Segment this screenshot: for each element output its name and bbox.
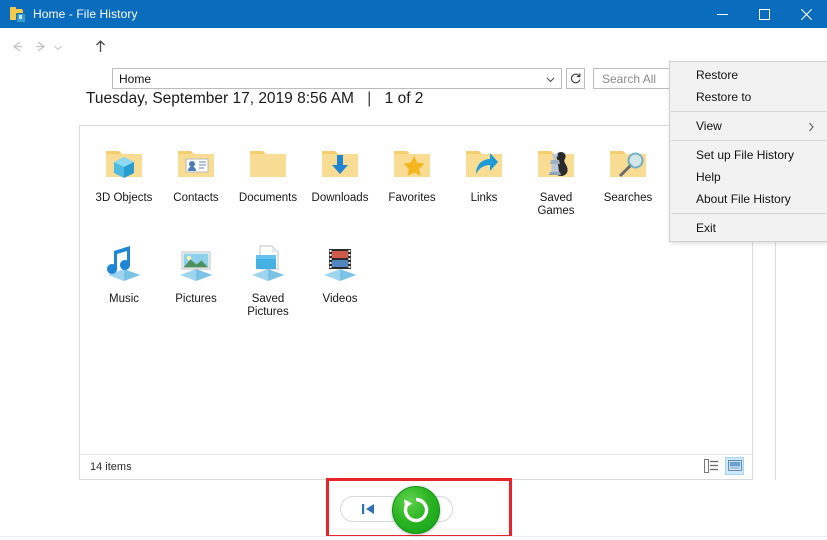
list-item[interactable]: Pictures: [160, 233, 232, 319]
file-list-panel: 3D Objects Contacts: [79, 125, 753, 480]
status-bar: 14 items: [80, 454, 752, 479]
list-item[interactable]: Contacts: [160, 132, 232, 219]
list-item-label: Contacts: [173, 192, 218, 205]
library-pictures-icon: [172, 239, 220, 287]
title-bar: Home - File History: [0, 0, 827, 28]
file-history-window: Home - File History: [0, 0, 827, 539]
menu-item-label: Exit: [696, 221, 716, 235]
folder-links-icon: [460, 138, 508, 186]
list-item[interactable]: Music: [88, 233, 160, 319]
folder-searches-icon: [604, 138, 652, 186]
menu-item-label: View: [696, 119, 722, 133]
window-bottom-edge: [0, 536, 827, 540]
chevron-right-icon: [808, 121, 815, 135]
list-item-label: Videos: [323, 293, 358, 306]
backup-position-label: 1 of 2: [385, 90, 424, 107]
forward-arrow-icon[interactable]: [31, 38, 48, 55]
menu-separator: [671, 140, 826, 141]
recent-locations-chevron-icon[interactable]: [52, 41, 64, 53]
refresh-icon[interactable]: [566, 68, 585, 89]
menu-item-about-file-history[interactable]: About File History: [670, 188, 827, 210]
list-item[interactable]: Documents: [232, 132, 304, 219]
list-item-label: 3D Objects: [96, 192, 153, 205]
address-toolbar: Home: [0, 28, 827, 64]
list-item-label: Searches: [604, 192, 653, 205]
list-item-label: Documents: [239, 192, 297, 205]
list-item-label: Pictures: [175, 293, 217, 306]
large-icons-view-icon[interactable]: [725, 457, 744, 475]
menu-item-label: Set up File History: [696, 148, 794, 162]
library-music-icon: [100, 239, 148, 287]
close-icon[interactable]: [785, 0, 827, 28]
list-item[interactable]: 3D Objects: [88, 132, 160, 219]
up-arrow-icon[interactable]: [92, 38, 109, 55]
back-arrow-icon[interactable]: [9, 38, 26, 55]
menu-item-set-up-file-history[interactable]: Set up File History: [670, 144, 827, 166]
list-item-label: Favorites: [388, 192, 435, 205]
list-item-label: Saved Pictures: [233, 293, 303, 319]
menu-item-label: Help: [696, 170, 721, 184]
list-item-label: Links: [471, 192, 498, 205]
icon-grid: 3D Objects Contacts: [88, 132, 744, 319]
backup-date-label: Tuesday, September 17, 2019 8:56 AM: [86, 90, 354, 107]
view-toggle-group: [702, 457, 744, 475]
date-header: Tuesday, September 17, 2019 8:56 AM | 1 …: [86, 90, 423, 108]
menu-item-restore-to[interactable]: Restore to: [670, 86, 827, 108]
list-item[interactable]: Saved Pictures: [232, 233, 304, 319]
menu-separator: [671, 111, 826, 112]
restore-button-icon[interactable]: [392, 486, 440, 534]
window-controls: [701, 0, 827, 28]
chevron-down-icon[interactable]: [545, 74, 556, 85]
address-bar[interactable]: Home: [112, 68, 562, 89]
folder-3d-objects-icon: [100, 138, 148, 186]
menu-separator: [671, 213, 826, 214]
list-item[interactable]: Links: [448, 132, 520, 219]
settings-dropdown-menu: Restore Restore to View Set up File Hist…: [669, 61, 827, 242]
list-item-label: Music: [109, 293, 139, 306]
list-item[interactable]: Videos: [304, 233, 376, 319]
previous-version-icon[interactable]: [340, 496, 396, 522]
header-separator: |: [367, 90, 371, 107]
list-item[interactable]: Saved Games: [520, 132, 592, 219]
menu-item-exit[interactable]: Exit: [670, 217, 827, 239]
list-item[interactable]: Searches: [592, 132, 664, 219]
folder-favorites-icon: [388, 138, 436, 186]
list-item-label: Saved Games: [521, 192, 591, 218]
minimize-icon[interactable]: [701, 0, 743, 28]
list-item[interactable]: Downloads: [304, 132, 376, 219]
list-item[interactable]: Favorites: [376, 132, 448, 219]
menu-item-help[interactable]: Help: [670, 166, 827, 188]
window-title: Home - File History: [33, 7, 138, 21]
item-count-label: 14 items: [90, 461, 132, 473]
address-bar-text: Home: [119, 72, 151, 86]
library-videos-icon: [316, 239, 364, 287]
menu-item-label: About File History: [696, 192, 791, 206]
folder-saved-games-icon: [532, 138, 580, 186]
menu-item-restore[interactable]: Restore: [670, 64, 827, 86]
menu-item-label: Restore to: [696, 90, 751, 104]
library-saved-pictures-icon: [244, 239, 292, 287]
folder-history-icon: [9, 6, 25, 22]
menu-item-view[interactable]: View: [670, 115, 827, 137]
folder-contacts-icon: [172, 138, 220, 186]
menu-item-label: Restore: [696, 68, 738, 82]
maximize-icon[interactable]: [743, 0, 785, 28]
folder-downloads-icon: [316, 138, 364, 186]
list-item-label: Downloads: [312, 192, 369, 205]
folder-documents-icon: [244, 138, 292, 186]
details-view-icon[interactable]: [702, 457, 721, 475]
